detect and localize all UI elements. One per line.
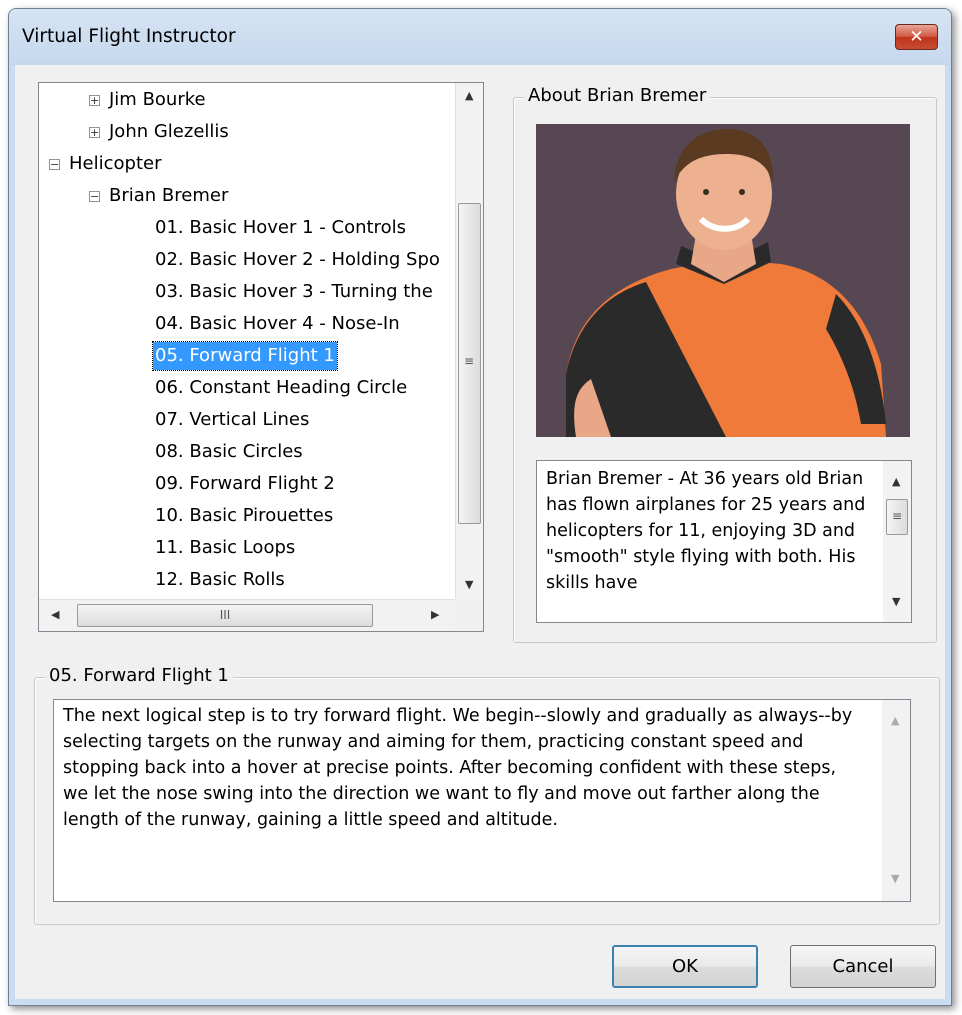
tree-item-label[interactable]: 11. Basic Loops <box>153 534 297 562</box>
tree-horizontal-scrollbar[interactable]: ◀ III ▶ <box>39 599 455 631</box>
instructor-bio-box[interactable]: Brian Bremer - At 36 years old Brian has… <box>536 460 912 623</box>
instructor-photo <box>536 124 910 437</box>
lesson-group-label: 05. Forward Flight 1 <box>45 665 233 686</box>
tree-item-label[interactable]: 08. Basic Circles <box>153 438 305 466</box>
about-group-label: About Brian Bremer <box>524 85 711 106</box>
lesson-tree[interactable]: + Jim Bourke + John Glezellis − Helicopt… <box>38 82 484 632</box>
tree-item-label[interactable]: 02. Basic Hover 2 - Holding Spo <box>153 246 442 274</box>
expand-icon[interactable]: + <box>89 95 100 106</box>
tree-content: + Jim Bourke + John Glezellis − Helicopt… <box>39 83 455 599</box>
cancel-button[interactable]: Cancel <box>790 945 936 988</box>
tree-vertical-scrollbar[interactable]: ▲ ≡ ▼ <box>455 83 483 599</box>
tree-item-label[interactable]: 03. Basic Hover 3 - Turning the <box>153 278 435 306</box>
tree-item-label[interactable]: 01. Basic Hover 1 - Controls <box>153 214 408 242</box>
scroll-thumb[interactable]: III <box>77 604 373 627</box>
tree-node-label[interactable]: Brian Bremer <box>107 182 230 210</box>
tree-node-label[interactable]: Jim Bourke <box>107 86 208 114</box>
scroll-down-arrow-icon[interactable]: ▼ <box>892 595 900 608</box>
tree-node-label[interactable]: John Glezellis <box>107 118 231 146</box>
tree-item-label[interactable]: 09. Forward Flight 2 <box>153 470 337 498</box>
close-icon: ✕ <box>909 27 924 47</box>
window-title: Virtual Flight Instructor <box>22 26 236 47</box>
title-bar[interactable]: Virtual Flight Instructor ✕ <box>9 9 951 65</box>
scroll-up-arrow-icon[interactable]: ▲ <box>892 475 900 488</box>
lesson-description-box[interactable]: The next logical step is to try forward … <box>53 699 911 902</box>
scroll-down-arrow-icon[interactable]: ▼ <box>891 872 899 885</box>
scroll-thumb[interactable]: ≡ <box>458 203 481 524</box>
tree-item-label[interactable]: 12. Basic Rolls <box>153 566 287 594</box>
expand-icon[interactable]: + <box>89 127 100 138</box>
close-button[interactable]: ✕ <box>895 24 938 50</box>
scroll-left-arrow-icon[interactable]: ◀ <box>51 608 59 621</box>
collapse-icon[interactable]: − <box>49 159 60 170</box>
tree-item-label[interactable]: 10. Basic Pirouettes <box>153 502 335 530</box>
tree-item-label[interactable]: 04. Basic Hover 4 - Nose-In <box>153 310 402 338</box>
tree-item-label[interactable]: 07. Vertical Lines <box>153 406 311 434</box>
scroll-up-arrow-icon[interactable]: ▲ <box>891 714 899 727</box>
tree-item-label[interactable]: 05. Forward Flight 1 <box>152 341 338 371</box>
instructor-photo-graphic <box>536 124 910 437</box>
scroll-up-arrow-icon[interactable]: ▲ <box>465 89 473 102</box>
tree-item-label[interactable]: 06. Constant Heading Circle <box>153 374 409 402</box>
lesson-groupbox: 05. Forward Flight 1 The next logical st… <box>34 665 940 925</box>
lesson-description-text: The next logical step is to try forward … <box>63 706 853 830</box>
tree-node-label[interactable]: Helicopter <box>67 150 163 178</box>
collapse-icon[interactable]: − <box>89 191 100 202</box>
grip-icon: ≡ <box>464 354 475 368</box>
bio-scrollbar[interactable]: ▲ ≡ ▼ <box>883 461 911 622</box>
instructor-bio-text: Brian Bremer - At 36 years old Brian has… <box>546 469 866 593</box>
scroll-corner <box>455 599 483 631</box>
description-scrollbar[interactable]: ▲ ▼ <box>882 700 910 901</box>
grip-icon: ≡ <box>891 509 903 523</box>
about-groupbox: About Brian Bremer Brian Bremer - At 36 … <box>513 85 937 643</box>
scroll-thumb[interactable]: ≡ <box>886 499 908 535</box>
scroll-right-arrow-icon[interactable]: ▶ <box>431 608 439 621</box>
scroll-down-arrow-icon[interactable]: ▼ <box>465 578 473 591</box>
ok-button[interactable]: OK <box>612 945 758 988</box>
